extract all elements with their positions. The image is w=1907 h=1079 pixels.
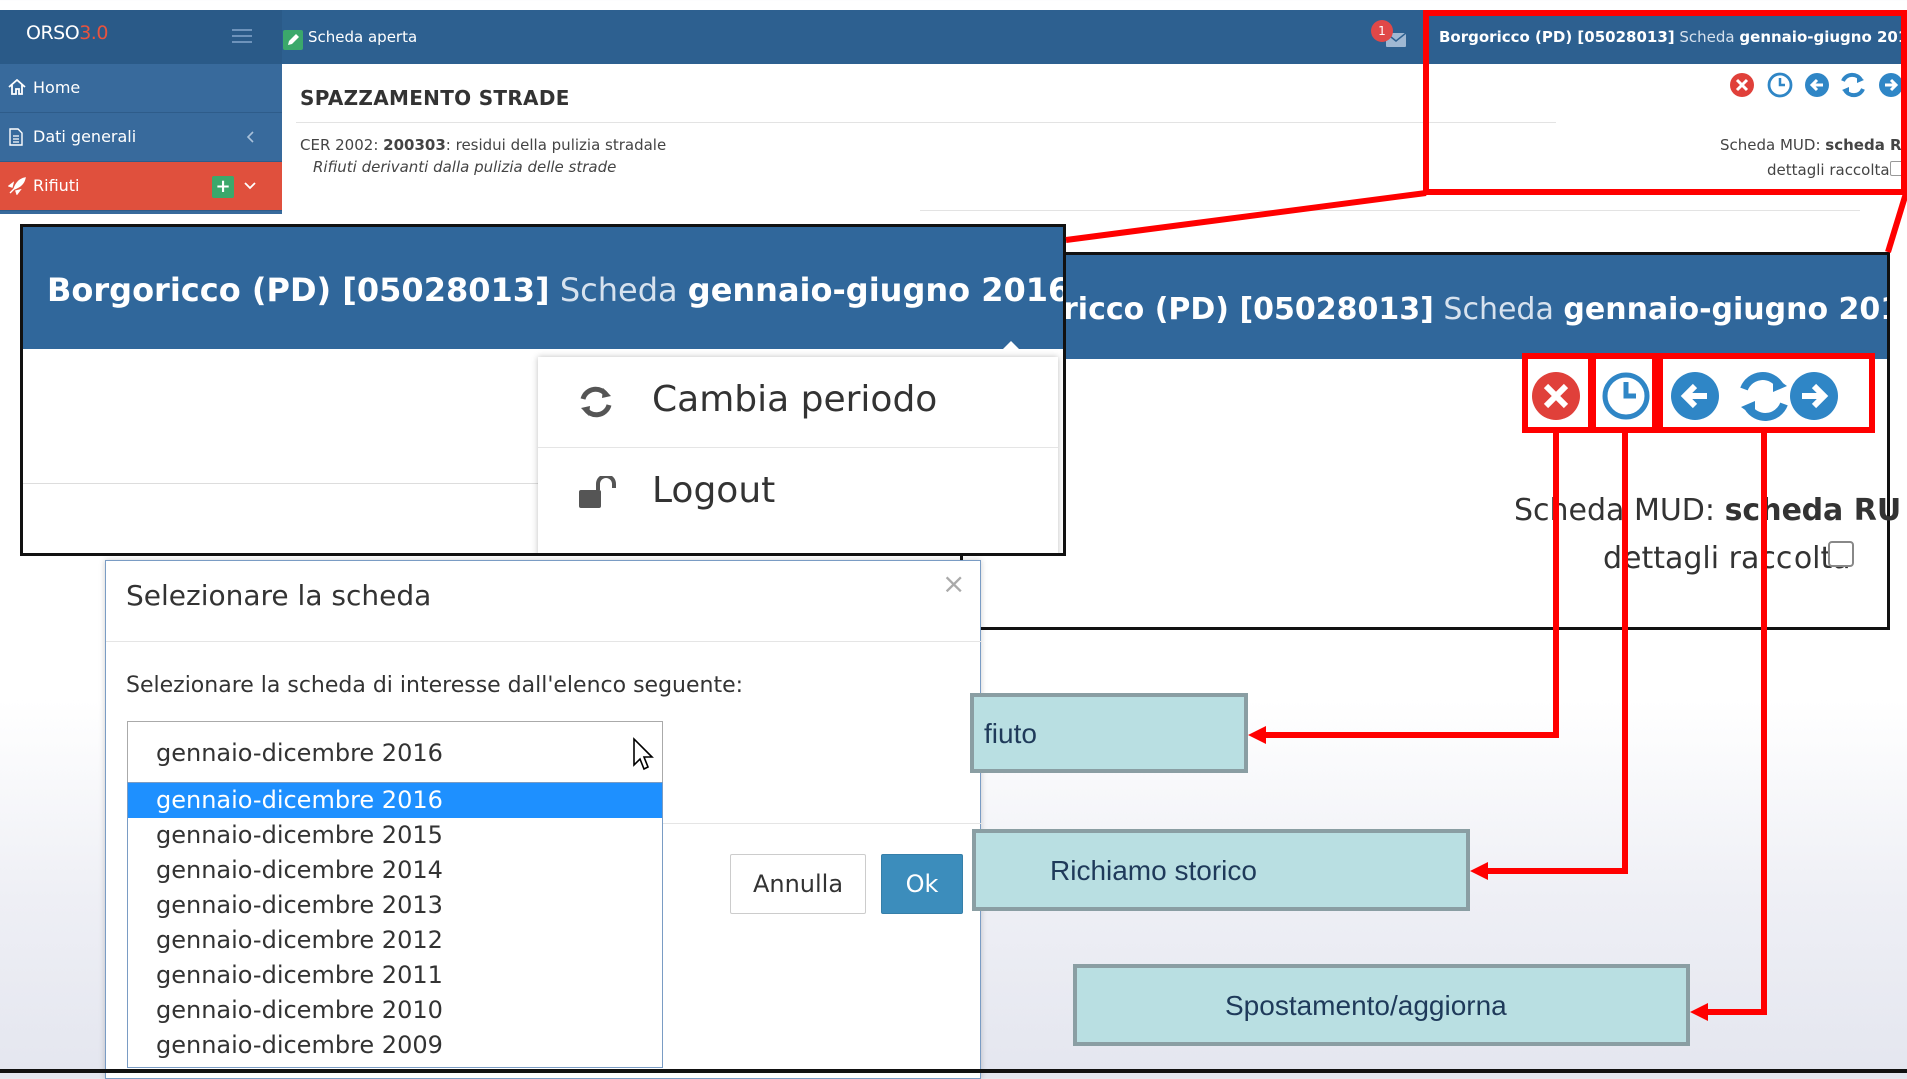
refresh-icon xyxy=(578,385,614,419)
close-icon[interactable]: × xyxy=(942,567,965,600)
mud-value-part: e xyxy=(1781,493,1802,528)
open-sheet-label: Scheda aperta xyxy=(308,28,418,46)
menu-item-label: Cambia periodo xyxy=(652,379,938,420)
home-icon xyxy=(8,79,26,95)
document-icon xyxy=(8,128,24,146)
sidebar: Home Dati generali Rifiuti + xyxy=(0,64,282,214)
cer-description: Rifiuti derivanti dalla pulizia delle st… xyxy=(313,158,617,176)
chevron-down-icon xyxy=(244,182,256,190)
sidebar-item-label: Rifiuti xyxy=(33,176,80,195)
menu-caret xyxy=(999,341,1023,353)
arrow-left-icon[interactable] xyxy=(1671,372,1719,420)
sidebar-item-rifiuti[interactable]: Rifiuti + xyxy=(0,162,282,211)
modal-divider xyxy=(106,641,982,642)
callout-close-sheet: fiuto xyxy=(970,693,1248,773)
callout-navigation: Spostamento/aggiorna xyxy=(1073,964,1690,1046)
mud-value-part: da RU xyxy=(1801,493,1902,528)
notification-badge: 1 xyxy=(1371,20,1393,42)
zoom-mud-label: Scheda MUD: scheda RU xyxy=(1514,493,1901,528)
zoom-period-dropdown-toggle[interactable]: Borgoricco (PD) [05028013] Scheda gennai… xyxy=(47,271,1066,309)
zoom-details-label: dettagli raccolta xyxy=(1603,541,1851,576)
select-sheet-modal: Selezionare la scheda × Selezionare la s… xyxy=(105,560,982,1079)
details-part: ettagli rac xyxy=(1623,541,1776,576)
modal-divider xyxy=(663,823,982,824)
option-item[interactable]: gennaio-dicembre 2015 xyxy=(128,818,662,853)
option-item[interactable]: gennaio-dicembre 2012 xyxy=(128,923,662,958)
mud-value-part: sch xyxy=(1724,493,1782,528)
cer-line: CER 2002: 200303: residui della pulizia … xyxy=(300,136,666,154)
edit-icon xyxy=(283,30,303,50)
option-item[interactable]: gennaio-dicembre 2016 xyxy=(128,783,662,818)
details-part: d xyxy=(1603,541,1623,576)
option-item[interactable]: gennaio-dicembre 2014 xyxy=(128,853,662,888)
rocket-icon xyxy=(8,177,26,195)
mud-label-part: Sc xyxy=(1514,493,1550,528)
zoom-period-dropdown-toggle[interactable]: ricco (PD) [05028013] Scheda gennaio-giu… xyxy=(1063,292,1890,327)
scheda-word: Scheda xyxy=(559,271,678,309)
scheda-word: Scheda xyxy=(1443,292,1554,327)
callout-label: Richiamo storico xyxy=(1050,855,1257,886)
modal-instructions: Selezionare la scheda di interesse dall'… xyxy=(126,673,744,698)
brand-name: ORSO xyxy=(26,22,80,44)
bottom-border xyxy=(0,1069,1907,1073)
zoom-connector-line xyxy=(1885,189,1907,253)
callout-label: fiuto xyxy=(984,718,1037,749)
arrow-head xyxy=(1470,862,1488,880)
zoom-connector-line xyxy=(1065,190,1427,243)
brand-logo[interactable]: ORSO3.0 xyxy=(26,22,108,44)
zoom-divider xyxy=(920,210,1860,211)
sidebar-item-label: Dati generali xyxy=(33,127,137,146)
zoom-details-checkbox[interactable] xyxy=(1828,541,1854,567)
option-item[interactable]: gennaio-dicembre 2011 xyxy=(128,958,662,993)
page-title: SPAZZAMENTO STRADE xyxy=(300,86,570,110)
title-divider xyxy=(296,122,1556,123)
period-label: gennaio-giugno 2016 xyxy=(687,271,1066,309)
highlight-box xyxy=(1423,10,1907,195)
option-item[interactable]: gennaio-dicembre 2013 xyxy=(128,888,662,923)
callout-label: Spostamento/aggiorna xyxy=(1225,990,1507,1021)
zoom-action-buttons xyxy=(1530,364,1840,426)
location-label: Borgoricco (PD) [05028013] xyxy=(47,271,550,309)
refresh-icon[interactable] xyxy=(1740,372,1788,421)
history-icon[interactable] xyxy=(1602,372,1650,420)
sidebar-item-label: Home xyxy=(33,78,81,97)
close-sheet-icon[interactable] xyxy=(1532,372,1580,420)
mud-label-part: eda MUD: xyxy=(1568,493,1725,528)
menu-item-cambia-periodo[interactable]: Cambia periodo xyxy=(538,357,1058,447)
cer-text: : residui della pulizia stradale xyxy=(445,136,667,154)
sidebar-item-dati-generali[interactable]: Dati generali xyxy=(0,113,282,162)
callout-history: Richiamo storico xyxy=(972,829,1470,911)
cer-prefix: CER 2002: xyxy=(300,136,379,154)
unlock-icon xyxy=(578,476,618,510)
cancel-button[interactable]: Annulla xyxy=(730,854,866,914)
ok-button[interactable]: Ok xyxy=(881,854,963,914)
option-item[interactable]: gennaio-dicembre 2010 xyxy=(128,993,662,1028)
option-item[interactable]: gennaio-dicembre 2009 xyxy=(128,1028,662,1063)
details-part: c xyxy=(1775,541,1793,576)
zoom-panel-dropdown: Borgoricco (PD) [05028013] Scheda gennai… xyxy=(20,224,1066,556)
location-label: ricco (PD) [05028013] xyxy=(1063,292,1434,327)
sidebar-item-home[interactable]: Home xyxy=(0,64,282,113)
mud-label-part: h xyxy=(1549,493,1569,528)
mouse-cursor-icon xyxy=(632,737,656,771)
cer-code: 200303 xyxy=(383,136,446,154)
select-value: gennaio-dicembre 2016 xyxy=(156,739,443,767)
arrow-head xyxy=(1690,1003,1708,1021)
menu-item-logout[interactable]: Logout xyxy=(538,448,1058,538)
modal-title: Selezionare la scheda xyxy=(126,579,432,612)
brand-version: 3.0 xyxy=(79,22,108,44)
menu-toggle-icon[interactable] xyxy=(232,28,252,44)
sheet-select[interactable]: gennaio-dicembre 2016 xyxy=(127,721,663,783)
menu-item-label: Logout xyxy=(652,470,776,511)
add-icon[interactable]: + xyxy=(212,176,234,198)
zoom-divider xyxy=(23,483,563,484)
sheet-options-list: gennaio-dicembre 2016 gennaio-dicembre 2… xyxy=(127,782,663,1068)
arrow-right-icon[interactable] xyxy=(1790,372,1838,420)
chevron-left-icon xyxy=(246,131,254,143)
period-dropdown-menu: Cambia periodo Logout xyxy=(538,357,1058,553)
period-label: gennaio-giugno 2016 xyxy=(1563,292,1890,327)
arrow-head xyxy=(1248,726,1266,744)
